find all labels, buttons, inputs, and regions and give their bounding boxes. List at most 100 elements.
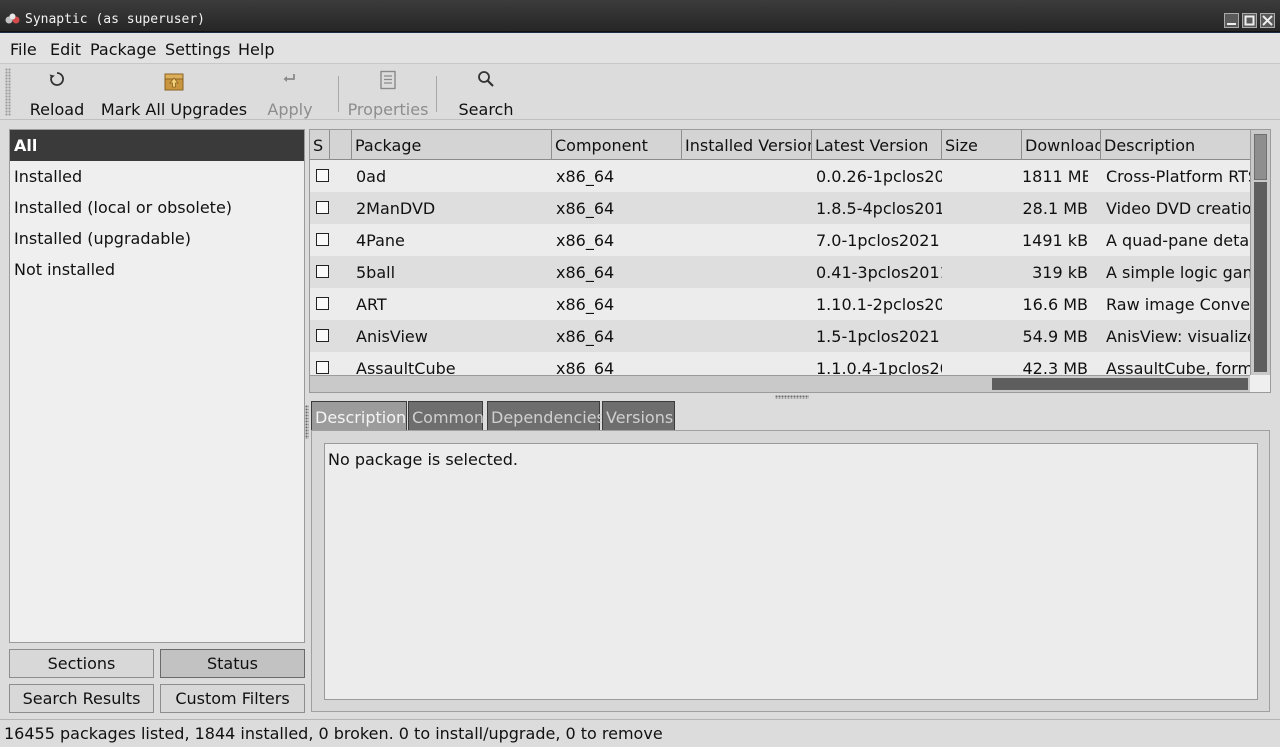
vertical-scroll-thumb[interactable] xyxy=(1254,134,1267,180)
pane-resize-grip[interactable] xyxy=(775,395,809,399)
table-row[interactable]: 0ad x86_64 0.0.26-1pclos202 1811 MB Cros… xyxy=(310,160,1250,192)
search-results-button[interactable]: Search Results xyxy=(9,684,154,713)
details-panel: No package is selected. xyxy=(311,430,1270,712)
package-description-text[interactable]: No package is selected. xyxy=(324,443,1258,700)
synaptic-window: File Edit Package Settings Help Reload M… xyxy=(0,33,1280,747)
menu-package[interactable]: Package xyxy=(90,40,156,59)
tab-versions[interactable]: Versions xyxy=(602,401,675,431)
properties-label: Properties xyxy=(347,100,429,119)
package-list-vertical-scrollbar[interactable] xyxy=(1250,130,1270,375)
apply-icon xyxy=(283,74,295,82)
table-row[interactable]: 5ball x86_64 0.41-3pclos2011 319 kB A si… xyxy=(310,256,1250,288)
row-checkbox[interactable] xyxy=(316,297,329,310)
filter-installed-local-obsolete[interactable]: Installed (local or obsolete) xyxy=(10,192,304,223)
title-bar[interactable]: Synaptic (as superuser) xyxy=(0,0,1280,32)
row-checkbox[interactable] xyxy=(316,329,329,342)
column-header-package[interactable]: Package xyxy=(352,130,552,160)
package-download-size: 42.3 MB xyxy=(1022,359,1089,377)
apply-button[interactable]: Apply xyxy=(260,64,320,120)
sections-button[interactable]: Sections xyxy=(9,649,154,678)
table-row[interactable]: AssaultCube x86_64 1.1.0.4-1pclos201 42.… xyxy=(310,352,1250,377)
minimize-button[interactable] xyxy=(1224,13,1239,28)
custom-filters-button[interactable]: Custom Filters xyxy=(160,684,305,713)
package-name: AnisView xyxy=(356,327,428,346)
package-installed-version xyxy=(686,256,812,288)
table-row[interactable]: 4Pane x86_64 7.0-1pclos2021 1491 kB A qu… xyxy=(310,224,1250,256)
table-row[interactable]: AnisView x86_64 1.5-1pclos2021 54.9 MB A… xyxy=(310,320,1250,352)
row-checkbox[interactable] xyxy=(316,361,329,374)
table-row[interactable]: ART x86_64 1.10.1-2pclos202 16.6 MB Raw … xyxy=(310,288,1250,320)
package-description: Cross-Platform RTS xyxy=(1106,167,1250,186)
package-size xyxy=(946,224,1022,256)
tab-description[interactable]: Description xyxy=(311,401,407,431)
package-download-size: 16.6 MB xyxy=(1022,295,1089,314)
tab-common[interactable]: Common xyxy=(408,401,484,431)
filter-installed-upgradable[interactable]: Installed (upgradable) xyxy=(10,223,304,254)
package-upgrade-icon xyxy=(164,73,184,91)
close-button[interactable] xyxy=(1260,13,1275,28)
maximize-button[interactable] xyxy=(1242,13,1257,28)
package-size xyxy=(946,320,1022,352)
menu-edit[interactable]: Edit xyxy=(50,40,81,59)
column-header-support[interactable] xyxy=(330,130,352,160)
column-header-description[interactable]: Description xyxy=(1101,130,1250,160)
menu-bar: File Edit Package Settings Help xyxy=(0,33,1280,64)
package-latest-version: 1.1.0.4-1pclos201 xyxy=(816,359,942,377)
vertical-scroll-trough[interactable] xyxy=(1254,182,1267,372)
package-installed-version xyxy=(686,288,812,320)
package-latest-version: 0.41-3pclos2011 xyxy=(816,263,942,282)
mark-all-upgrades-button[interactable]: Mark All Upgrades xyxy=(98,64,250,120)
column-header-size[interactable]: Size xyxy=(942,130,1022,160)
properties-button[interactable]: Properties xyxy=(343,64,433,120)
toolbar-separator xyxy=(338,76,339,112)
package-download-size: 54.9 MB xyxy=(1022,327,1089,346)
toolbar-grip[interactable] xyxy=(5,68,11,116)
filter-installed[interactable]: Installed xyxy=(10,161,304,192)
package-latest-version: 7.0-1pclos2021 xyxy=(816,231,940,250)
package-component: x86_64 xyxy=(556,167,615,186)
menu-settings[interactable]: Settings xyxy=(165,40,231,59)
reload-icon xyxy=(49,72,64,86)
package-component: x86_64 xyxy=(556,263,615,282)
tab-dependencies[interactable]: Dependencies xyxy=(487,401,605,431)
row-checkbox[interactable] xyxy=(316,233,329,246)
row-checkbox[interactable] xyxy=(316,201,329,214)
package-installed-version xyxy=(686,224,812,256)
pane-resize-grip[interactable] xyxy=(305,405,309,439)
package-list-horizontal-scrollbar[interactable] xyxy=(310,375,1250,392)
properties-icon xyxy=(380,70,396,90)
minimize-icon xyxy=(1227,23,1236,25)
package-latest-version: 0.0.26-1pclos202 xyxy=(816,167,942,186)
column-header-latest-version[interactable]: Latest Version xyxy=(812,130,942,160)
package-name: 0ad xyxy=(356,167,387,186)
search-label: Search xyxy=(458,100,514,119)
search-button[interactable]: Search xyxy=(450,64,522,120)
apply-label: Apply xyxy=(267,100,313,119)
package-description: Raw image Converter xyxy=(1106,295,1250,314)
package-latest-version: 1.5-1pclos2021 xyxy=(816,327,940,346)
package-installed-version xyxy=(686,320,812,352)
package-name: 4Pane xyxy=(356,231,405,250)
menu-help[interactable]: Help xyxy=(238,40,274,59)
reload-button[interactable]: Reload xyxy=(20,64,94,120)
mark-all-upgrades-label: Mark All Upgrades xyxy=(100,100,248,119)
row-checkbox[interactable] xyxy=(316,169,329,182)
column-header-download[interactable]: Download xyxy=(1022,130,1101,160)
table-row[interactable]: 2ManDVD x86_64 1.8.5-4pclos2019 28.1 MB … xyxy=(310,192,1250,224)
column-header-component[interactable]: Component xyxy=(552,130,682,160)
package-installed-version xyxy=(686,192,812,224)
menu-file[interactable]: File xyxy=(10,40,37,59)
row-checkbox[interactable] xyxy=(316,265,329,278)
column-header-installed-version[interactable]: Installed Version xyxy=(682,130,812,160)
package-installed-version xyxy=(686,352,812,377)
status-button[interactable]: Status xyxy=(160,649,305,678)
package-name: AssaultCube xyxy=(356,359,456,377)
filter-not-installed[interactable]: Not installed xyxy=(10,254,304,285)
package-component: x86_64 xyxy=(556,359,615,377)
package-component: x86_64 xyxy=(556,327,615,346)
column-header-status[interactable]: S xyxy=(310,130,330,160)
window-title: Synaptic (as superuser) xyxy=(25,12,206,27)
horizontal-scroll-thumb[interactable] xyxy=(992,378,1248,390)
package-size xyxy=(946,192,1022,224)
filter-all[interactable]: All xyxy=(10,130,304,161)
